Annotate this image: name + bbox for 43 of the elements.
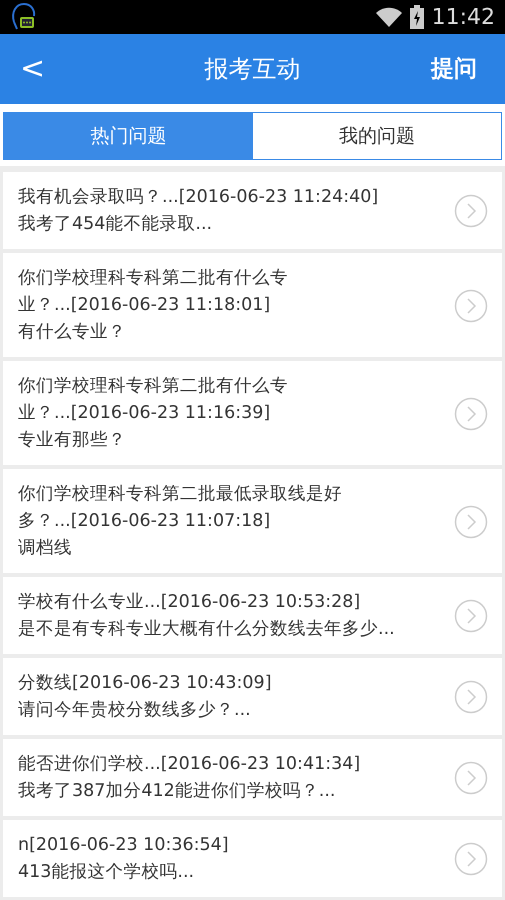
- question-preview: 我考了454能不能录取...: [18, 213, 214, 236]
- question-title: 多？...[2016-06-23 11:07:18]: [18, 510, 272, 533]
- question-preview: 有什么专业？: [18, 321, 127, 344]
- chevron-right-icon: [454, 194, 488, 228]
- question-title: 学校有什么专业...[2016-06-23 10:53:28]: [18, 591, 362, 614]
- question-title: 能否进你们学校...[2016-06-23 10:41:34]: [18, 753, 362, 776]
- tab[interactable]: 热门问题: [4, 113, 252, 159]
- headset-chat-icon: [10, 2, 38, 32]
- battery-icon: [410, 5, 424, 29]
- chevron-right-icon: [454, 842, 488, 876]
- question-preview: 是不是有专科专业大概有什么分数线去年多少...: [18, 618, 396, 641]
- question-title: 你们学校理科专科第二批有什么专: [18, 267, 289, 290]
- wifi-icon: [376, 7, 402, 27]
- question-item[interactable]: 你们学校理科专科第二批最低录取线是好 多？...[2016-06-23 11:07:18] 调档线: [3, 469, 502, 573]
- question-title: 你们学校理科专科第二批有什么专: [18, 375, 289, 398]
- question-preview: 我考了387加分412能进你们学校吗？...: [18, 780, 336, 803]
- question-title: 我有机会录取吗？...[2016-06-23 11:24:40]: [18, 186, 380, 209]
- question-title: 业？...[2016-06-23 11:18:01]: [18, 294, 272, 317]
- chevron-right-icon: [454, 599, 488, 633]
- question-item[interactable]: 你们学校理科专科第二批有什么专 业？...[2016-06-23 11:18:01] 有什么专业？: [3, 253, 502, 357]
- chevron-right-icon: [454, 396, 488, 430]
- chevron-right-icon: [454, 504, 488, 538]
- screen-title: 报考互动: [204, 55, 300, 83]
- question-item[interactable]: 你们学校理科专科第二批有什么专 业？...[2016-06-23 11:16:39] 专业有那些？: [3, 361, 502, 465]
- chevron-right-icon: [454, 288, 488, 322]
- chevron-right-icon: [454, 680, 488, 714]
- ask-button[interactable]: 提问: [417, 52, 491, 86]
- question-title: 分数线[2016-06-23 10:43:09]: [18, 672, 273, 695]
- chevron-right-icon: [454, 761, 488, 795]
- status-time: 11:42: [432, 4, 495, 32]
- question-item[interactable]: 我有机会录取吗？...[2016-06-23 11:24:40] 我考了454能不能录取...: [3, 172, 502, 249]
- question-item[interactable]: 分数线[2016-06-23 10:43:09] 请问今年贵校分数线多少？...: [3, 658, 502, 735]
- question-preview: 专业有那些？: [18, 429, 127, 452]
- question-title: 业？...[2016-06-23 11:16:39]: [18, 402, 272, 425]
- question-title: n[2016-06-23 10:36:54]: [18, 834, 230, 857]
- question-preview: 413能报这个学校吗...: [18, 861, 196, 884]
- question-preview: 请问今年贵校分数线多少？...: [18, 699, 252, 722]
- question-title: 你们学校理科专科第二批最低录取线是好: [18, 483, 343, 506]
- question-item[interactable]: n[2016-06-23 10:36:54] 413能报这个学校吗...: [3, 820, 502, 897]
- back-button[interactable]: <: [14, 54, 52, 84]
- question-item[interactable]: 学校有什么专业...[2016-06-23 10:53:28] 是不是有专科专业大概有什么分数线去年多少...: [3, 577, 502, 654]
- question-item[interactable]: 能否进你们学校...[2016-06-23 10:41:34] 我考了387加分412能进你们学校吗？...: [3, 739, 502, 816]
- question-preview: 调档线: [18, 537, 73, 560]
